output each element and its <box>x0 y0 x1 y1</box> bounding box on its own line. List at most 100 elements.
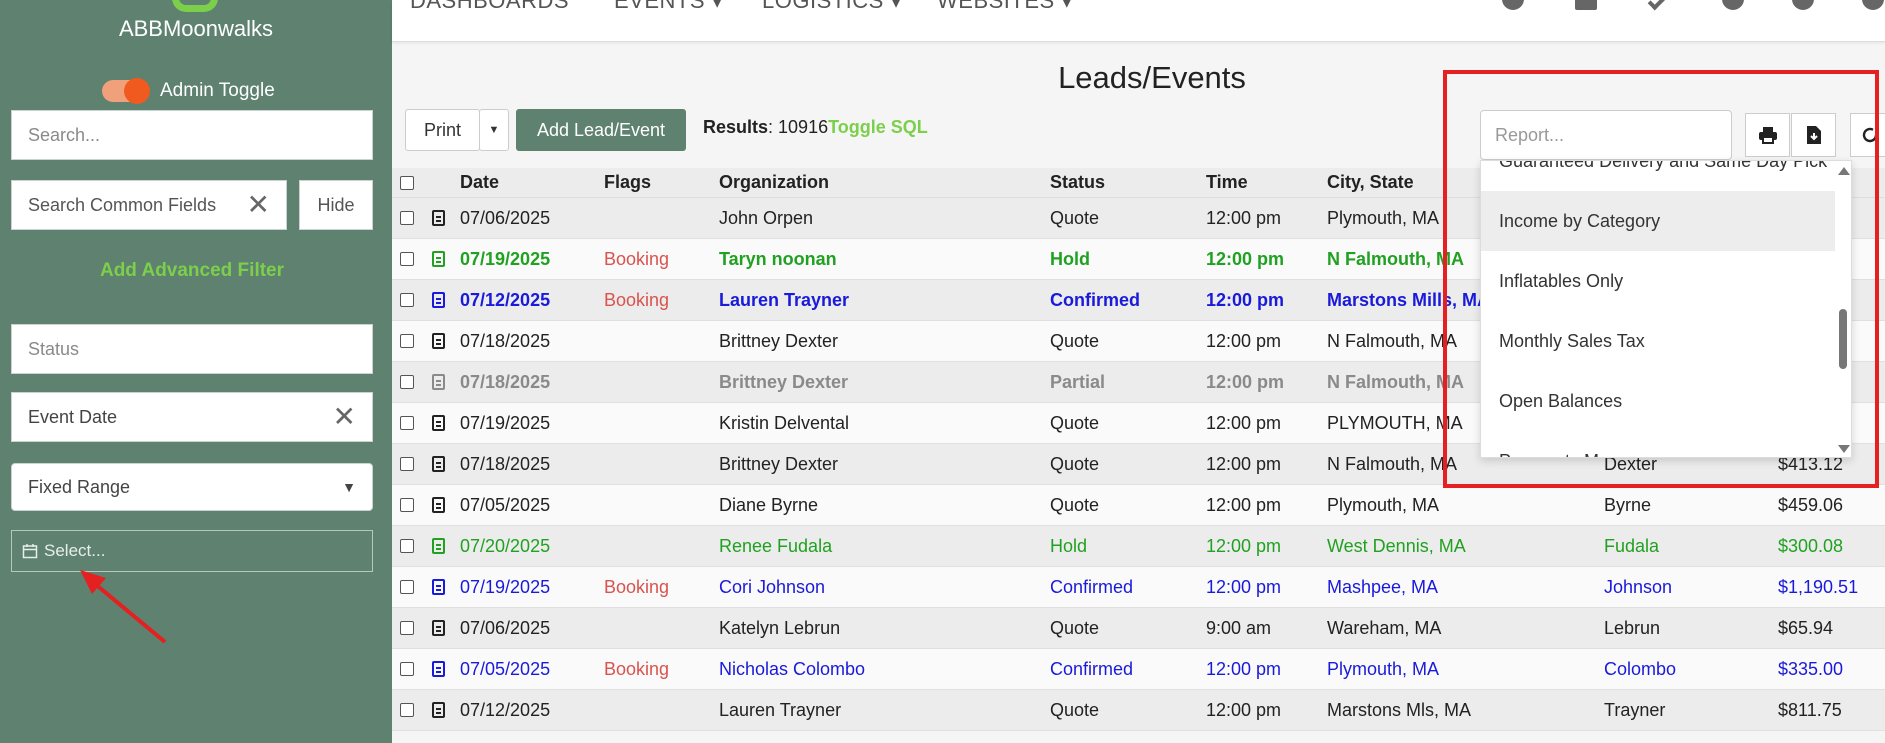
nav-websites[interactable]: WEBSITES ▾ <box>937 0 1073 14</box>
cell-organization[interactable]: Kristin Delvental <box>719 413 1050 434</box>
cell-organization[interactable]: Diane Byrne <box>719 495 1050 516</box>
help-icon[interactable] <box>1792 0 1814 10</box>
row-checkbox[interactable] <box>400 580 414 594</box>
header-flags[interactable]: Flags <box>604 172 719 193</box>
cell-organization[interactable]: Cori Johnson <box>719 577 1050 598</box>
nav-events[interactable]: EVENTS ▾ <box>614 0 723 14</box>
cell-city-state: Plymouth, MA <box>1327 658 1440 679</box>
add-lead-event-button[interactable]: Add Lead/Event <box>516 109 686 151</box>
date-picker-placeholder: Select... <box>44 541 106 560</box>
gear-icon[interactable] <box>1722 0 1744 10</box>
cell-organization[interactable]: Taryn noonan <box>719 249 1050 270</box>
document-icon[interactable] <box>432 292 445 308</box>
hide-button[interactable]: Hide <box>299 180 373 230</box>
add-advanced-filter-link[interactable]: Add Advanced Filter <box>0 260 384 282</box>
cell-date: 07/19/2025 <box>460 576 551 597</box>
document-icon[interactable] <box>432 333 445 349</box>
document-icon[interactable] <box>432 210 445 226</box>
row-checkbox[interactable] <box>400 252 414 266</box>
cell-time: 12:00 pm <box>1206 371 1285 392</box>
row-checkbox[interactable] <box>400 703 414 717</box>
cell-status: Hold <box>1050 535 1088 556</box>
cell-organization[interactable]: Brittney Dexter <box>719 372 1050 393</box>
cell-last-name: Fudala <box>1604 535 1660 556</box>
admin-toggle-row[interactable]: Admin Toggle <box>102 78 275 104</box>
cell-organization[interactable]: Lauren Trayner <box>719 700 1050 721</box>
row-checkbox[interactable] <box>400 334 414 348</box>
nav-logistics[interactable]: LOGISTICS ▾ <box>762 0 902 14</box>
row-checkbox[interactable] <box>400 621 414 635</box>
table-row[interactable]: 07/12/2025 Lauren Trayner Quote 12:00 pm Mar… <box>392 690 1885 731</box>
user-icon[interactable] <box>1862 0 1884 10</box>
sidebar: ABBMoonwalks Admin Toggle Search... Sear… <box>0 0 392 743</box>
document-icon[interactable] <box>432 702 445 718</box>
table-row[interactable]: 07/06/2025 Katelyn Lebrun Quote 9:00 am Ware… <box>392 608 1885 649</box>
document-icon[interactable] <box>432 661 445 677</box>
row-checkbox[interactable] <box>400 375 414 389</box>
print-button[interactable]: Print <box>405 109 480 151</box>
row-checkbox[interactable] <box>400 293 414 307</box>
cell-date: 07/12/2025 <box>460 699 551 720</box>
cell-city-state: Wareham, MA <box>1327 617 1442 638</box>
sidebar-search-input[interactable]: Search... <box>11 110 373 160</box>
clear-icon[interactable]: ✕ <box>247 191 270 219</box>
cell-amount: $1,190.51 <box>1778 576 1859 597</box>
check-icon[interactable] <box>1647 0 1671 11</box>
cell-organization[interactable]: Brittney Dexter <box>719 331 1050 352</box>
row-checkbox[interactable] <box>400 457 414 471</box>
document-icon[interactable] <box>432 538 445 554</box>
document-icon[interactable] <box>432 251 445 267</box>
common-fields-input[interactable]: Search Common Fields ✕ <box>11 180 287 230</box>
print-dropdown-button[interactable]: ▼ <box>479 109 509 151</box>
document-icon[interactable] <box>432 497 445 513</box>
cell-time: 12:00 pm <box>1206 289 1285 310</box>
chat-icon[interactable] <box>1502 0 1524 10</box>
toggle-sql-link[interactable]: Toggle SQL <box>828 117 928 137</box>
admin-toggle-label: Admin Toggle <box>160 80 275 101</box>
cell-flag: Booking <box>604 658 670 679</box>
cell-time: 9:00 am <box>1206 617 1272 638</box>
header-status[interactable]: Status <box>1050 172 1206 193</box>
event-date-filter[interactable]: Event Date ✕ <box>11 392 373 442</box>
table-row[interactable]: 07/20/2025 Renee Fudala Hold 12:00 pm West D… <box>392 526 1885 567</box>
cell-city-state: Mashpee, MA <box>1327 576 1439 597</box>
row-checkbox[interactable] <box>400 416 414 430</box>
toggle-knob <box>124 78 150 104</box>
row-checkbox[interactable] <box>400 539 414 553</box>
cell-organization[interactable]: Brittney Dexter <box>719 454 1050 475</box>
document-icon[interactable] <box>432 374 445 390</box>
range-select[interactable]: Fixed Range ▼ <box>11 463 373 511</box>
cell-organization[interactable]: Renee Fudala <box>719 536 1050 557</box>
row-checkbox[interactable] <box>400 662 414 676</box>
document-icon[interactable] <box>432 620 445 636</box>
cell-status: Quote <box>1050 617 1100 638</box>
document-icon[interactable] <box>432 456 445 472</box>
mail-icon[interactable] <box>1575 0 1597 10</box>
range-select-value: Fixed Range <box>28 476 131 497</box>
table-row[interactable]: 07/05/2025 Diane Byrne Quote 12:00 pm Plymou… <box>392 485 1885 526</box>
nav-dashboards[interactable]: DASHBOARDS <box>410 0 569 14</box>
status-filter-input[interactable]: Status <box>11 324 373 374</box>
cell-organization[interactable]: Lauren Trayner <box>719 290 1050 311</box>
document-icon[interactable] <box>432 415 445 431</box>
row-checkbox[interactable] <box>400 211 414 225</box>
cell-time: 12:00 pm <box>1206 658 1282 679</box>
common-fields-value: Search Common Fields <box>28 194 217 215</box>
clear-icon[interactable]: ✕ <box>333 403 356 431</box>
header-organization[interactable]: Organization <box>719 172 1050 193</box>
header-date[interactable]: Date <box>460 172 604 193</box>
cell-organization[interactable]: Nicholas Colombo <box>719 659 1050 680</box>
select-all-checkbox[interactable] <box>400 175 414 190</box>
row-checkbox[interactable] <box>400 498 414 512</box>
cell-organization[interactable]: John Orpen <box>719 208 1050 229</box>
top-navigation: DASHBOARDS EVENTS ▾ LOGISTICS ▾ WEBSITES… <box>392 0 1885 42</box>
cell-date: 07/05/2025 <box>460 658 551 679</box>
admin-toggle-switch[interactable] <box>102 78 150 104</box>
table-row[interactable]: 07/05/2025 Booking Nicholas Colombo Confirm… <box>392 649 1885 690</box>
cell-organization[interactable]: Katelyn Lebrun <box>719 618 1050 639</box>
status-placeholder: Status <box>28 338 80 359</box>
document-icon[interactable] <box>432 579 445 595</box>
header-time[interactable]: Time <box>1206 172 1327 193</box>
table-row[interactable]: 07/19/2025 Booking Cori Johnson Confirmed 12… <box>392 567 1885 608</box>
cell-status: Quote <box>1050 330 1100 351</box>
